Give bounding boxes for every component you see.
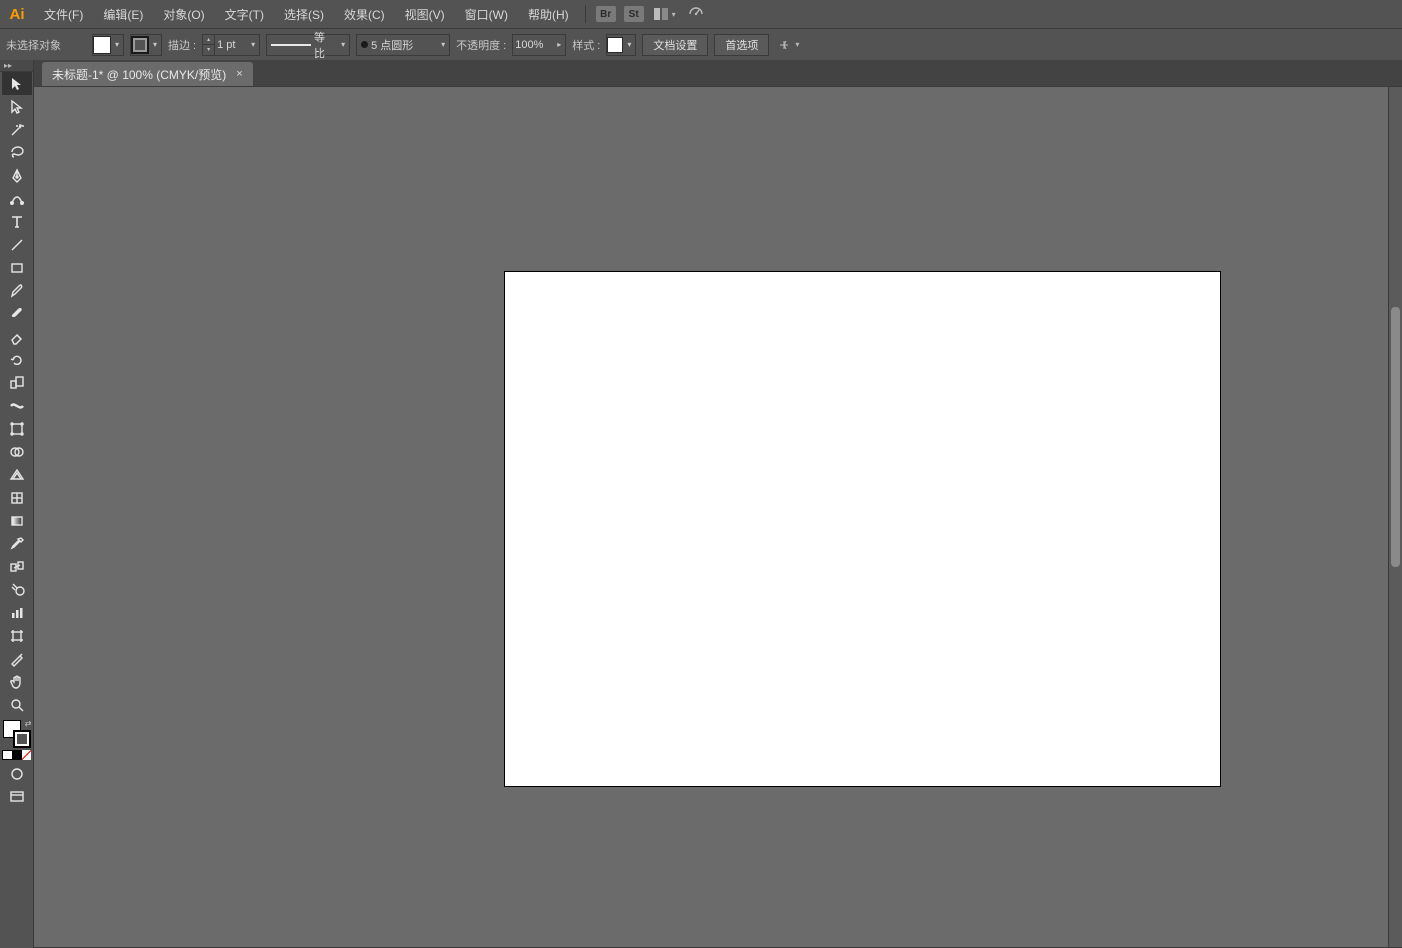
mesh-tool[interactable] [2,486,32,509]
gpu-preview-icon[interactable] [688,7,704,21]
brush-definition-group[interactable]: 5 点圆形 ▾ [356,34,450,56]
artboard-tool[interactable] [2,624,32,647]
slice-tool[interactable] [2,647,32,670]
line-tool[interactable] [2,233,32,256]
color-mode-none[interactable] [22,750,31,760]
close-tab-icon[interactable]: × [236,68,242,80]
screen-mode-icon[interactable] [2,785,32,808]
preferences-button[interactable]: 首选项 [714,34,769,56]
arrange-documents-icon[interactable]: ▾ [654,8,676,20]
gradient-tool[interactable] [2,509,32,532]
canvas[interactable] [34,86,1402,948]
toolbox-collapse-icon[interactable]: ▸▸ [0,60,33,72]
variable-width-profile-group[interactable]: 等比 ▾ [266,34,350,56]
scale-tool[interactable] [2,371,32,394]
variable-width-profile[interactable]: 等比 [267,35,337,55]
draw-mode-normal-icon[interactable] [2,762,32,785]
vertical-scrollbar[interactable] [1388,87,1402,947]
graphic-style-group[interactable]: ▾ [606,34,636,56]
selection-tool[interactable] [2,72,32,95]
blend-tool[interactable] [2,555,32,578]
stroke-swatch-group[interactable]: ▾ [130,34,162,56]
menu-bar: Ai 文件(F) 编辑(E) 对象(O) 文字(T) 选择(S) 效果(C) 视… [0,0,1402,28]
menu-select[interactable]: 选择(S) [274,0,334,28]
fill-swatch-group[interactable]: ▾ [92,34,124,56]
variable-width-label: 等比 [314,29,333,61]
color-mode-solid[interactable] [2,750,13,760]
document-setup-button[interactable]: 文档设置 [642,34,708,56]
brush-dot-icon [361,41,368,48]
opacity-dropdown-icon[interactable]: ▸ [553,36,565,54]
menu-effect[interactable]: 效果(C) [334,0,395,28]
lasso-tool[interactable] [2,141,32,164]
menu-help[interactable]: 帮助(H) [518,0,579,28]
rectangle-tool[interactable] [2,256,32,279]
color-mode-swatches[interactable] [2,750,32,762]
artboard[interactable] [505,272,1220,786]
pin-control-bar-icon[interactable]: ▾ [775,38,801,52]
graphic-style-swatch[interactable] [607,37,623,53]
opacity-label: 不透明度 : [456,37,506,53]
blob-brush-tool[interactable] [2,302,32,325]
variable-width-dropdown-icon[interactable]: ▾ [337,36,349,54]
selection-status: 未选择对象 [6,37,86,53]
stock-chip[interactable]: St [624,6,644,22]
document-area: 未标题-1* @ 100% (CMYK/预览) × [34,60,1402,948]
menu-file[interactable]: 文件(F) [34,0,93,28]
free-transform-tool[interactable] [2,417,32,440]
toolbox: ▸▸ ⇄ [0,60,34,948]
brush-definition-label: 5 点圆形 [371,37,413,53]
stroke-color-box[interactable] [13,730,31,748]
hand-tool[interactable] [2,670,32,693]
stroke-weight-dropdown-icon[interactable]: ▾ [247,36,259,54]
stroke-swatch-dropdown-icon[interactable]: ▾ [149,36,161,54]
symbol-sprayer-tool[interactable] [2,578,32,601]
color-mode-gradient[interactable] [13,750,22,760]
stroke-weight-group[interactable]: ▴▾ ▾ [202,34,260,56]
bridge-chip[interactable]: Br [596,6,616,22]
menu-type[interactable]: 文字(T) [215,0,274,28]
stroke-label: 描边 : [168,37,196,53]
perspective-grid-tool[interactable] [2,463,32,486]
workspace: ▸▸ ⇄ 未标题-1* @ 100% (CMYK/预览) × [0,60,1402,948]
stroke-profile-preview-icon [271,44,311,46]
pen-tool[interactable] [2,164,32,187]
stroke-weight-stepper[interactable]: ▴▾ [203,35,215,55]
type-tool[interactable] [2,210,32,233]
graphic-style-dropdown-icon[interactable]: ▾ [623,36,635,54]
control-bar: 未选择对象 ▾ ▾ 描边 : ▴▾ ▾ 等比 ▾ 5 点圆形 ▾ 不透明度 : … [0,28,1402,60]
stroke-swatch[interactable] [131,36,149,54]
menu-window[interactable]: 窗口(W) [455,0,518,28]
column-graph-tool[interactable] [2,601,32,624]
document-tab-strip: 未标题-1* @ 100% (CMYK/预览) × [34,60,1402,86]
fill-dropdown-icon[interactable]: ▾ [111,36,123,54]
menu-separator [585,5,586,23]
opacity-field[interactable] [513,39,553,51]
style-label: 样式 : [572,37,600,53]
rotate-tool[interactable] [2,348,32,371]
fill-stroke-control[interactable]: ⇄ [3,720,31,748]
eraser-tool[interactable] [2,325,32,348]
brush-dropdown-icon[interactable]: ▾ [437,36,449,54]
fill-swatch[interactable] [93,36,111,54]
opacity-group[interactable]: ▸ [512,34,566,56]
paintbrush-tool[interactable] [2,279,32,302]
brush-definition[interactable]: 5 点圆形 [357,35,437,55]
menu-edit[interactable]: 编辑(E) [93,0,153,28]
stroke-weight-field[interactable] [215,39,247,51]
shape-builder-tool[interactable] [2,440,32,463]
curvature-tool[interactable] [2,187,32,210]
vertical-scrollbar-thumb[interactable] [1391,307,1400,567]
zoom-tool[interactable] [2,693,32,716]
swap-fill-stroke-icon[interactable]: ⇄ [25,719,32,728]
menu-view[interactable]: 视图(V) [395,0,455,28]
magic-wand-tool[interactable] [2,118,32,141]
menu-object[interactable]: 对象(O) [153,0,214,28]
width-tool[interactable] [2,394,32,417]
app-logo: Ai [6,3,28,25]
eyedropper-tool[interactable] [2,532,32,555]
document-tab-title: 未标题-1* @ 100% (CMYK/预览) [52,66,226,83]
document-tab[interactable]: 未标题-1* @ 100% (CMYK/预览) × [42,62,253,86]
direct-selection-tool[interactable] [2,95,32,118]
